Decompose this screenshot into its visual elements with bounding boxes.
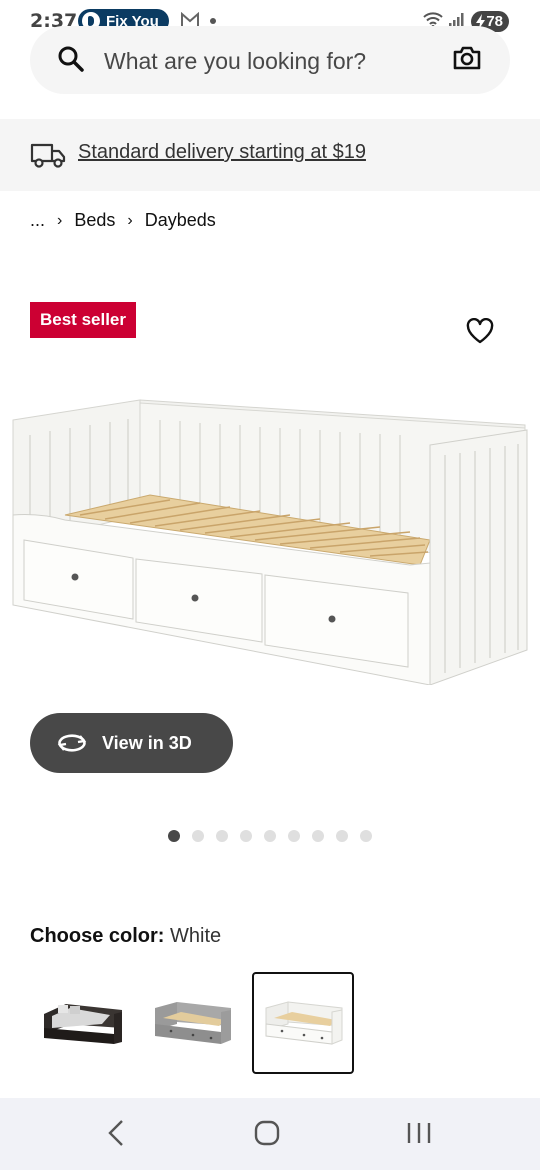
daybed-black-thumbnail <box>44 1004 122 1044</box>
carousel-dot[interactable] <box>264 830 276 842</box>
daybed-image <box>12 399 528 685</box>
delivery-banner[interactable]: Standard delivery starting at $19 <box>0 119 540 191</box>
recent-apps-icon[interactable] <box>405 1118 433 1148</box>
selected-color: White <box>170 925 222 947</box>
image-carousel-dots <box>168 830 384 842</box>
delivery-link[interactable]: Standard delivery starting at $19 <box>78 141 366 164</box>
breadcrumb-ellipsis[interactable]: ... <box>30 210 45 231</box>
heart-icon[interactable] <box>466 318 494 344</box>
carousel-dot[interactable] <box>168 830 180 842</box>
search-input[interactable] <box>102 40 426 82</box>
search-icon <box>58 46 84 72</box>
chevron-right-icon: › <box>57 211 63 229</box>
daybed-gray-thumbnail <box>155 1002 231 1044</box>
breadcrumb-daybeds[interactable]: Daybeds <box>145 210 216 231</box>
battery-level: 78 <box>486 13 503 30</box>
carousel-dot[interactable] <box>360 830 372 842</box>
best-seller-badge: Best seller <box>30 302 136 338</box>
carousel-dot[interactable] <box>240 830 252 842</box>
daybed-white-thumbnail <box>265 1001 343 1045</box>
rotate-3d-icon <box>57 734 87 752</box>
color-swatch-black-brown[interactable] <box>30 972 132 1074</box>
camera-icon[interactable] <box>452 44 482 72</box>
chevron-right-icon: › <box>127 211 133 229</box>
color-swatch-gray[interactable] <box>141 972 243 1074</box>
choose-color-label: Choose color: <box>30 925 165 947</box>
carousel-dot[interactable] <box>216 830 228 842</box>
color-swatch-white[interactable] <box>252 972 354 1074</box>
system-navigation-bar <box>0 1098 540 1170</box>
view-in-3d-label: View in 3D <box>102 732 192 753</box>
back-icon[interactable] <box>104 1118 128 1148</box>
view-in-3d-button[interactable]: View in 3D <box>30 713 233 773</box>
search-bar[interactable] <box>30 26 510 94</box>
breadcrumb-beds[interactable]: Beds <box>74 210 115 231</box>
carousel-dot[interactable] <box>336 830 348 842</box>
breadcrumb: ... › Beds › Daybeds <box>30 210 216 231</box>
carousel-dot[interactable] <box>192 830 204 842</box>
carousel-dot[interactable] <box>312 830 324 842</box>
home-icon[interactable] <box>253 1118 281 1148</box>
truck-icon <box>30 143 66 168</box>
color-selector-heading: Choose color: White <box>30 925 221 948</box>
carousel-dot[interactable] <box>288 830 300 842</box>
notification-dot-icon <box>210 18 216 24</box>
